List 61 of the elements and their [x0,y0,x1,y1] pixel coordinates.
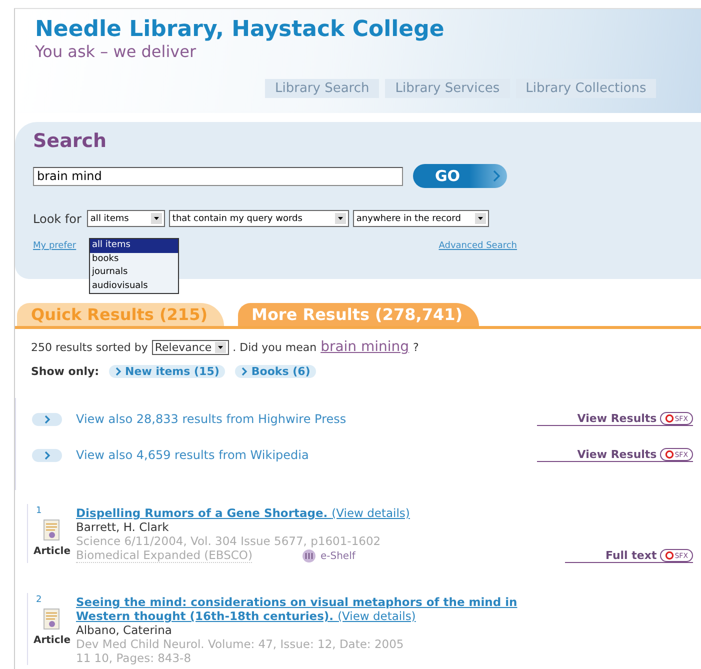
external-results-link[interactable]: View also 28,833 results from Highwire Press [76,412,346,426]
show-only-label: Show only: [31,365,100,378]
view-details-link[interactable]: (View details) [332,506,410,520]
caret-icon [214,342,226,352]
advanced-search-link[interactable]: Advanced Search [438,241,517,251]
author: Albano, Caterina [76,623,173,637]
sort-select[interactable]: Relevance [152,340,229,354]
filter-chip[interactable]: New items (15) [109,365,226,378]
dropdown-option[interactable]: books [90,252,178,266]
library-title: Needle Library, Haystack College [34,16,444,42]
database-name: Biomedical Expanded (EBSCO) [76,548,252,563]
chevron-icon [241,367,248,376]
full-text-link[interactable]: Full text [605,549,657,562]
chevron-icon [115,367,122,376]
item-type: Article [33,635,71,646]
preferences-link[interactable]: My prefer [33,241,76,251]
article-icon [42,608,62,632]
suggestion-link[interactable]: brain mining [320,339,410,355]
dropdown-option[interactable]: audiovisuals [90,280,178,293]
view-results-link[interactable]: View Results [577,448,657,461]
question-mark: ? [413,340,419,354]
e-shelf-link[interactable]: e-Shelf [320,550,356,562]
caret-icon [151,213,162,224]
result-title-link[interactable]: Dispelling Rumors of a Gene Shortage. (View details) [76,506,546,520]
dropdown-option[interactable]: journals [90,266,178,280]
ring-icon [664,450,674,459]
dropdown-option[interactable]: all items [90,239,178,252]
arrow-button[interactable] [32,448,62,462]
select-field[interactable]: that contain my query words [169,210,350,227]
view-details-link[interactable]: (View details) [338,609,416,623]
nav-tab[interactable]: Library Services [385,79,510,98]
select-field[interactable]: anywhere in the record [353,210,490,227]
filter-chip[interactable]: Books (6) [235,365,316,378]
results-count: 250 results sorted by [31,340,148,354]
search-field[interactable]: brain mind [33,166,403,186]
author: Barrett, H. Clark [76,520,170,534]
source-citation: Dev Med Child Neurol. Volume: 47, Issue: 12, Date: 2005 11 10, Pages: 843-8 [76,637,405,665]
select-field[interactable]: all items [87,210,166,227]
external-results-link[interactable]: View also 4,659 results from Wikipedia [76,448,309,462]
arrow-button[interactable] [32,412,62,426]
look-for-label: Look for [33,212,82,226]
article-icon [42,519,62,543]
result-number: 2 [36,595,42,605]
caret-icon [475,213,486,224]
nav-tab[interactable]: Library Search [265,79,380,98]
result-title-link[interactable]: Seeing the mind: considerations on visual metaphors of the mind in Western thought (16th-18th centuries). (View details) [76,595,546,623]
chevron-icon [493,170,501,182]
item-type: Article [33,546,71,557]
chevron-icon [44,450,50,460]
source-citation: Science 6/11/2004, Vol. 304 Issue 5677, p1601-1602 [76,534,382,548]
go-button[interactable]: GO [413,164,507,188]
ring-icon [664,551,674,560]
caret-icon [335,213,346,224]
result-number: 1 [36,506,42,516]
did-you-mean-text: . Did you mean [232,340,317,354]
search-heading: Search [33,130,107,152]
shelf-icon [302,549,316,563]
ring-icon [664,414,674,423]
tagline: You ask – we deliver [34,42,196,61]
chevron-icon [44,414,50,424]
view-results-link[interactable]: View Results [577,412,657,425]
